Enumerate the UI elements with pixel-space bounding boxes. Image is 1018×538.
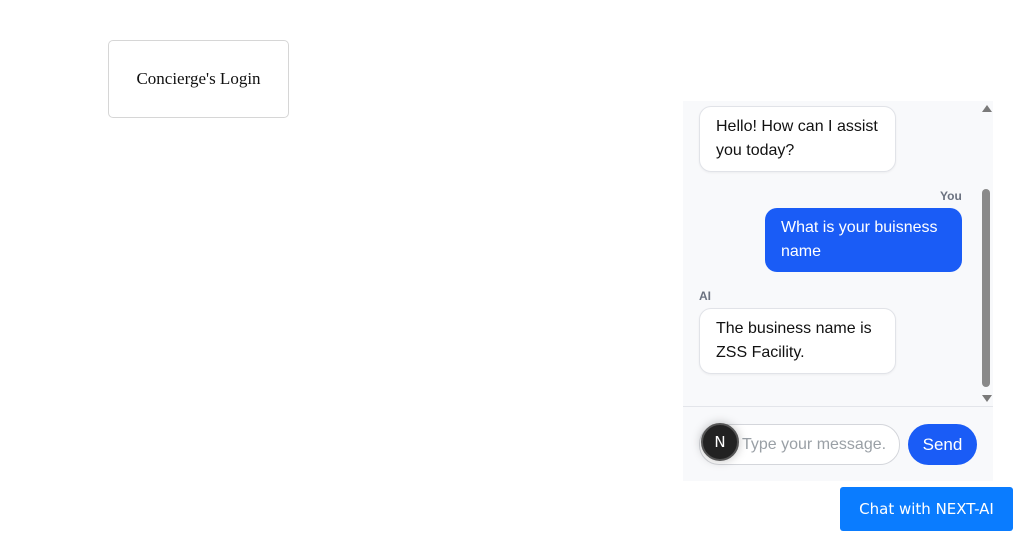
scroll-down-arrow-icon[interactable] [982, 395, 992, 402]
user-sender-label: You [940, 189, 962, 203]
chat-scrollbar[interactable] [979, 101, 993, 406]
user-message-text: What is your buisness name [781, 219, 938, 260]
concierge-login-button[interactable]: Concierge's Login [108, 40, 289, 118]
chat-launcher-button[interactable]: Chat with NEXT-AI [840, 487, 1013, 531]
ai-sender-label: AI [699, 289, 711, 303]
ai-message-bubble: The business name is ZSS Facility. [699, 308, 896, 374]
send-button[interactable]: Send [908, 424, 977, 465]
ai-message-text: The business name is ZSS Facility. [716, 320, 872, 361]
scroll-up-arrow-icon[interactable] [982, 105, 992, 112]
concierge-login-label: Concierge's Login [136, 69, 261, 88]
chat-messages[interactable]: Hello! How can I assist you today? You W… [683, 101, 979, 406]
chat-launcher-label: Chat with NEXT-AI [859, 500, 994, 518]
next-logo-icon[interactable]: N [701, 423, 739, 461]
ai-message-bubble: Hello! How can I assist you today? [699, 106, 896, 172]
send-button-label: Send [922, 434, 963, 454]
scrollbar-thumb[interactable] [982, 189, 990, 387]
ai-message-text: Hello! How can I assist you today? [716, 118, 878, 159]
user-message-bubble: What is your buisness name [765, 208, 962, 272]
chat-panel: Hello! How can I assist you today? You W… [683, 101, 993, 481]
